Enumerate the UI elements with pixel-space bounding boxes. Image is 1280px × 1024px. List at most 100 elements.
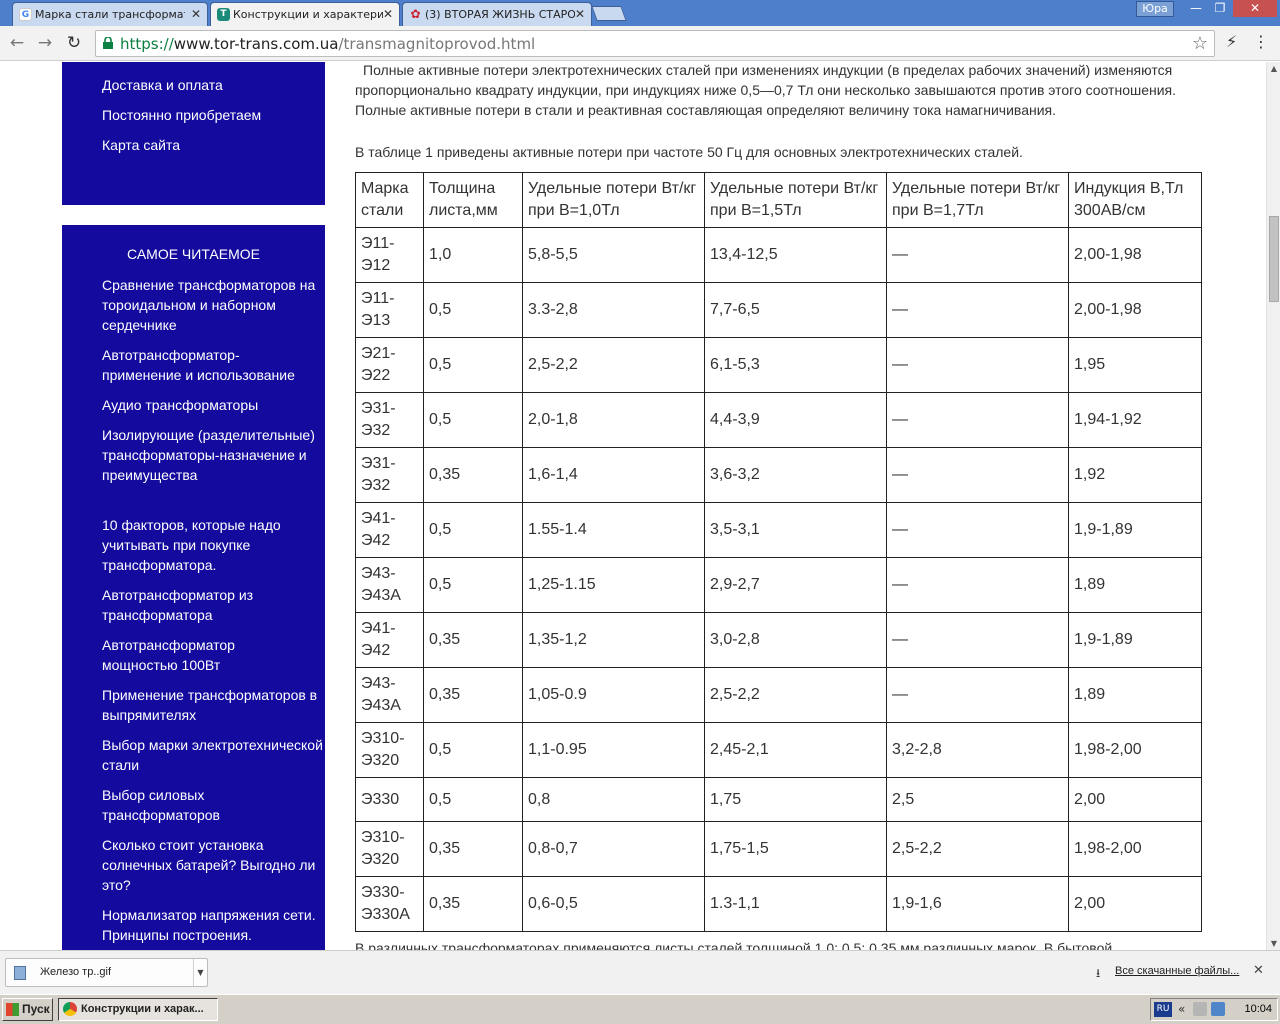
tab-huawei[interactable]: ✿ (3) ВТОРАЯ ЖИЗНЬ СТАРО ✕ xyxy=(402,2,592,26)
table-cell: 6,1-5,3 xyxy=(704,337,887,393)
table-cell: — xyxy=(886,557,1069,613)
bookmark-star-icon[interactable]: ☆ xyxy=(1192,33,1208,54)
popular-link[interactable]: Выбор силовых трансформаторов xyxy=(102,785,262,825)
table-row: Э43-Э43А 0,5 1,25-1.15 2,9-2,7—1,89 xyxy=(355,557,1202,613)
reload-icon[interactable]: ↻ xyxy=(63,32,85,54)
sidebar-link-buy[interactable]: Постоянно приобретаем xyxy=(102,105,327,125)
table-cell: — xyxy=(886,502,1069,558)
popular-link[interactable]: Автотрансформатор мощностью 100Вт xyxy=(102,635,262,675)
table-cell: 1,0 xyxy=(423,227,523,283)
table-cell: 0,35 xyxy=(423,821,523,877)
table-cell: 2,45-2,1 xyxy=(704,722,887,778)
table-cell: — xyxy=(886,392,1069,448)
restore-button[interactable]: ❐ xyxy=(1209,0,1231,17)
tab-active-constructions[interactable]: Т Конструкции и характерис ✕ xyxy=(210,2,400,26)
column-header: Удельные потери Вт/кг при В=1,5Тл xyxy=(704,172,887,228)
table-cell: 0,5 xyxy=(423,557,523,613)
table-cell: — xyxy=(886,282,1069,338)
speaker-icon[interactable] xyxy=(1193,1002,1207,1016)
start-button[interactable]: Пуск xyxy=(2,998,53,1021)
table-cell: Э41-Э42 xyxy=(355,612,424,668)
table-cell: 1,9-1,89 xyxy=(1068,612,1202,668)
column-header: Индукция В,Тл 300АВ/см xyxy=(1068,172,1202,228)
tab-title: (3) ВТОРАЯ ЖИЗНЬ СТАРО xyxy=(425,8,575,21)
table-row: Э310-Э320 0,35 0,8-0,7 1,75-1,5 2,5-2,2 1,98-… xyxy=(355,821,1202,877)
tab-close-icon[interactable]: ✕ xyxy=(575,7,585,21)
windows-logo-icon xyxy=(6,1003,19,1016)
table-cell: Э11-Э12 xyxy=(355,227,424,283)
taskbar-chrome-window[interactable]: Конструкции и харак... xyxy=(58,998,218,1021)
browser-toolbar: ← → ↻ https://www.tor-trans.com.ua/trans… xyxy=(0,26,1280,61)
table-cell: 1,6-1,4 xyxy=(522,447,705,503)
table-cell: 0,35 xyxy=(423,447,523,503)
network-icon[interactable] xyxy=(1211,1002,1225,1016)
table-cell: 4,4-3,9 xyxy=(704,392,887,448)
tab-google[interactable]: G Марка стали трансформато ✕ xyxy=(12,2,208,26)
download-item[interactable]: Железо тр..gif ▼ xyxy=(5,958,208,987)
steel-losses-table: Марка стали Толщина листа,мм Удельные по… xyxy=(355,172,1202,932)
popular-link[interactable]: Нормализатор напряжения сети. Принципы п… xyxy=(102,905,327,945)
table-cell: 2,5 xyxy=(886,777,1069,822)
tab-close-icon[interactable]: ✕ xyxy=(383,7,393,21)
table-cell: 0,5 xyxy=(423,777,523,822)
scrollbar-thumb[interactable] xyxy=(1269,216,1279,302)
scroll-up-arrow-icon[interactable]: ▲ xyxy=(1267,64,1280,73)
table-cell: Э43-Э43А xyxy=(355,557,424,613)
table-header-row: Марка стали Толщина листа,мм Удельные по… xyxy=(355,172,1202,228)
table-row: Э41-Э42 0,35 1,35-1,2 3,0-2,8—1,9-1,89 xyxy=(355,612,1202,668)
sidebar-link-sitemap[interactable]: Карта сайта xyxy=(102,135,327,155)
clock: 10:04 xyxy=(1244,1003,1272,1015)
close-download-bar-icon[interactable]: ✕ xyxy=(1253,963,1264,978)
popular-link[interactable]: Автотрансформатор из трансформатора xyxy=(102,585,327,625)
tab-title: Марка стали трансформато xyxy=(35,8,185,21)
new-tab-button[interactable] xyxy=(591,6,627,21)
popular-link[interactable]: Аудио трансформаторы xyxy=(102,395,327,415)
site-favicon-icon: Т xyxy=(217,8,230,21)
popular-link[interactable]: Сколько стоит установка солнечных батаре… xyxy=(102,835,327,895)
table-cell: 0,8-0,7 xyxy=(522,821,705,877)
table-cell: 1,9-1,6 xyxy=(886,876,1069,932)
chevron-down-icon[interactable]: ▼ xyxy=(193,959,207,986)
table-cell: 3,6-3,2 xyxy=(704,447,887,503)
forward-arrow-icon[interactable]: → xyxy=(34,32,56,54)
sidebar-link-delivery[interactable]: Доставка и оплата xyxy=(102,75,327,95)
address-bar[interactable]: https://www.tor-trans.com.ua/transmagnit… xyxy=(95,30,1215,57)
menu-icon[interactable]: ⋮ xyxy=(1253,32,1269,51)
back-arrow-icon[interactable]: ← xyxy=(6,32,28,54)
table-cell: 0,35 xyxy=(423,612,523,668)
popular-link[interactable]: Сравнение трансформаторов на тороидально… xyxy=(102,275,327,335)
tab-title: Конструкции и характерис xyxy=(233,8,383,21)
column-header: Удельные потери Вт/кг при В=1,0Тл xyxy=(522,172,705,228)
table-cell: 1,75 xyxy=(704,777,887,822)
tray-expand-icon[interactable]: « xyxy=(1178,1002,1185,1016)
table-cell: Э43-Э43А xyxy=(355,667,424,723)
table-cell: 1,05-0.9 xyxy=(522,667,705,723)
table-cell: 1,95 xyxy=(1068,337,1202,393)
column-header: Удельные потери Вт/кг при В=1,7Тл xyxy=(886,172,1069,228)
popular-link[interactable]: 10 факторов, которые надо учитывать при … xyxy=(102,515,327,575)
table-row: Э31-Э32 0,5 2,0-1,8 4,4-3,9—1,94-1,92 xyxy=(355,392,1202,448)
sidebar-popular: САМОЕ ЧИТАЕМОЕ Сравнение трансформаторов… xyxy=(62,225,325,950)
minimize-button[interactable]: — xyxy=(1185,0,1207,17)
popular-link[interactable]: Изолирующие (разделительные) трансформат… xyxy=(102,425,327,485)
scroll-down-arrow-icon[interactable]: ▼ xyxy=(1267,939,1280,948)
language-indicator[interactable]: RU xyxy=(1154,1002,1172,1017)
table-cell: 1,89 xyxy=(1068,557,1202,613)
table-cell: Э11-Э13 xyxy=(355,282,424,338)
user-profile-button[interactable]: Юра xyxy=(1136,1,1174,17)
popular-link[interactable]: Автотрансформатор-применение и использов… xyxy=(102,345,317,385)
table-row: Э11-Э13 0,5 3.3-2,8 7,7-6,5—2,00-1,98 xyxy=(355,282,1202,338)
popular-link[interactable]: Применение трансформаторов в выпрямителя… xyxy=(102,685,327,725)
close-window-button[interactable]: ✕ xyxy=(1233,0,1277,17)
show-all-downloads-link[interactable]: Все скачанные файлы... xyxy=(1097,965,1239,977)
table-cell: 2,5-2,2 xyxy=(886,821,1069,877)
extension-bolt-icon[interactable]: ⚡ xyxy=(1226,32,1237,51)
popular-link[interactable]: Выбор марки электротехнической стали xyxy=(102,735,327,775)
table-cell: 0,5 xyxy=(423,392,523,448)
table-caption-paragraph: В таблице 1 приведены активные потери пр… xyxy=(355,144,1023,160)
google-favicon-icon: G xyxy=(19,8,32,21)
table-cell: 0,5 xyxy=(423,337,523,393)
table-cell: 1,75-1,5 xyxy=(704,821,887,877)
tab-close-icon[interactable]: ✕ xyxy=(191,7,201,21)
page-scrollbar[interactable]: ▲ ▼ xyxy=(1266,62,1280,950)
